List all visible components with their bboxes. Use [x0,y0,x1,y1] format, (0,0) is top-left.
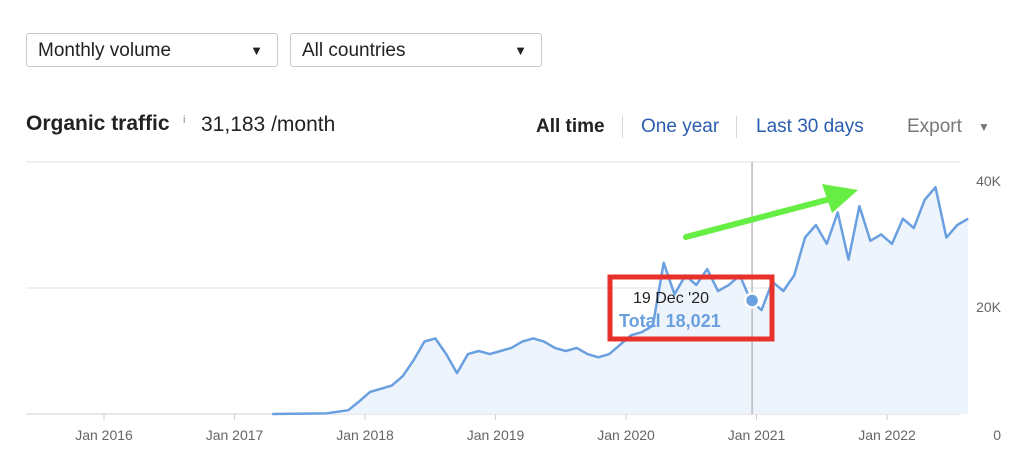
trend-arrow-head [822,184,858,213]
y-tick-label: 40K [976,173,1002,189]
x-tick-label: Jan 2022 [858,427,916,443]
x-tick-label: Jan 2018 [336,427,394,443]
x-tick-label: Jan 2021 [728,427,786,443]
trend-arrow-shaft [683,196,833,240]
x-tick-label: Jan 2016 [75,427,133,443]
tooltip-total: Total 18,021 [619,311,721,331]
hover-point [743,292,761,309]
y-tick-label: 20K [976,299,1002,315]
y-tick-label: 0 [993,427,1001,443]
x-tick-label: Jan 2017 [206,427,264,443]
tooltip-date: 19 Dec '20 [633,290,709,307]
x-tick-label: Jan 2019 [467,427,525,443]
traffic-chart: Jan 2016 Jan 2017 Jan 2018 Jan 2019 Jan 2020… [26,161,1002,443]
x-tick-label: Jan 2020 [597,427,655,443]
